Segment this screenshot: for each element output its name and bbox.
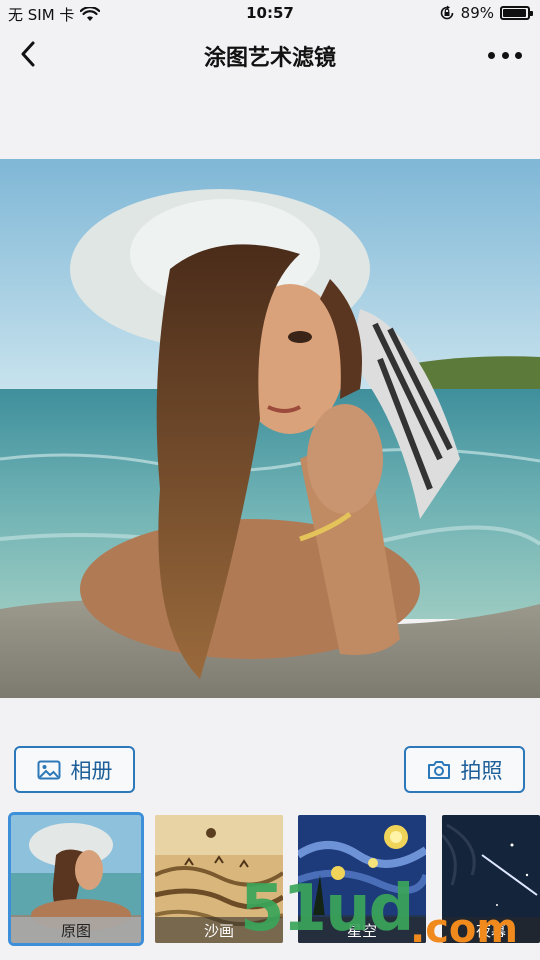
beach-portrait-image <box>0 159 540 698</box>
camera-label: 拍照 <box>460 758 503 783</box>
status-right: 89% <box>439 4 533 22</box>
filter-sand-painting[interactable]: 沙画 <box>155 815 283 943</box>
battery-icon <box>500 6 533 20</box>
status-bar: 无 SIM 卡 10:57 89% <box>0 0 540 28</box>
navigation-bar: 涂图艺术滤镜 <box>0 28 540 82</box>
filter-label: 沙画 <box>155 917 283 943</box>
battery-percent: 89% <box>460 4 494 22</box>
filter-label: 原图 <box>11 917 141 943</box>
more-dot <box>515 51 522 59</box>
album-button[interactable]: 相册 <box>14 746 135 793</box>
filter-label: 夜幕 <box>442 917 540 943</box>
page-title: 涂图艺术滤镜 <box>203 46 336 71</box>
filter-original[interactable]: 原图 <box>8 812 144 946</box>
album-label: 相册 <box>70 758 113 783</box>
filter-night[interactable]: 夜幕 <box>442 815 540 943</box>
battery-fill <box>503 9 527 17</box>
camera-icon <box>427 760 450 779</box>
more-dots-icon <box>488 51 495 59</box>
image-icon <box>37 760 60 779</box>
rotation-lock-icon <box>440 5 453 20</box>
filter-label: 星空 <box>298 917 426 943</box>
camera-button[interactable]: 拍照 <box>404 746 525 793</box>
photo-preview <box>0 159 540 698</box>
filter-starry-sky[interactable]: 星空 <box>298 815 426 943</box>
more-dot <box>501 51 509 59</box>
filter-strip[interactable]: 原图 沙画 星空 夜幕 <box>0 811 540 960</box>
more-button[interactable] <box>488 42 522 68</box>
